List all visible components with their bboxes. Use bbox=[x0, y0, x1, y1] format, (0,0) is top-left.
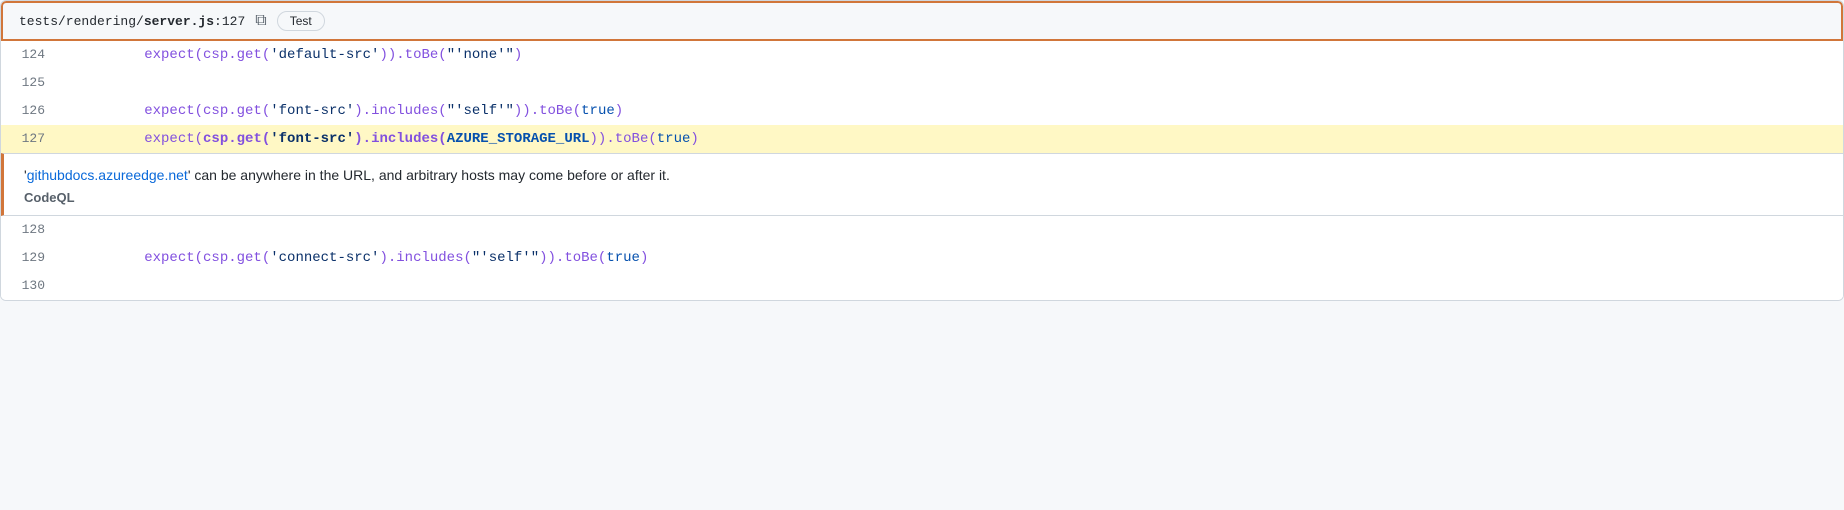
file-header: tests/rendering/server.js:127 ⧉ Test bbox=[1, 1, 1843, 41]
line-content-125 bbox=[61, 69, 85, 97]
code-line-130: 130 bbox=[1, 272, 1843, 300]
line-content-124: expect(csp.get('default-src')).toBe("'no… bbox=[61, 41, 522, 69]
code-line-125: 125 bbox=[1, 69, 1843, 97]
line-ref: 127 bbox=[222, 14, 245, 29]
code-body-after: 128 129 expect(csp.get('connect-src').in… bbox=[1, 216, 1843, 300]
line-content-127: expect(csp.get('font-src').includes(AZUR… bbox=[61, 125, 699, 153]
annotation-label: CodeQL bbox=[24, 190, 1827, 205]
line-number-127: 127 bbox=[1, 125, 61, 153]
line-content-128 bbox=[61, 216, 85, 244]
code-body: 124 expect(csp.get('default-src')).toBe(… bbox=[1, 41, 1843, 153]
annotation-block: 'githubdocs.azureedge.net' can be anywhe… bbox=[1, 153, 1843, 216]
code-line-127: 127 expect(csp.get('font-src').includes(… bbox=[1, 125, 1843, 153]
line-content-129: expect(csp.get('connect-src').includes("… bbox=[61, 244, 648, 272]
line-content-126: expect(csp.get('font-src').includes("'se… bbox=[61, 97, 623, 125]
line-content-130 bbox=[61, 272, 85, 300]
line-number-128: 128 bbox=[1, 216, 61, 244]
copy-icon[interactable]: ⧉ bbox=[255, 12, 266, 30]
test-button[interactable]: Test bbox=[277, 11, 325, 31]
file-path: tests/rendering/server.js:127 bbox=[19, 14, 245, 29]
line-number-126: 126 bbox=[1, 97, 61, 125]
line-number-129: 129 bbox=[1, 244, 61, 272]
line-number-125: 125 bbox=[1, 69, 61, 97]
line-number-124: 124 bbox=[1, 41, 61, 69]
code-container: tests/rendering/server.js:127 ⧉ Test 124… bbox=[0, 0, 1844, 301]
code-line-126: 126 expect(csp.get('font-src').includes(… bbox=[1, 97, 1843, 125]
annotation-text: 'githubdocs.azureedge.net' can be anywhe… bbox=[24, 164, 1827, 186]
file-name: server.js bbox=[144, 14, 214, 29]
line-number-130: 130 bbox=[1, 272, 61, 300]
code-line-129: 129 expect(csp.get('connect-src').includ… bbox=[1, 244, 1843, 272]
annotation-link[interactable]: githubdocs.azureedge.net bbox=[27, 167, 188, 183]
code-line-128: 128 bbox=[1, 216, 1843, 244]
code-line-124: 124 expect(csp.get('default-src')).toBe(… bbox=[1, 41, 1843, 69]
